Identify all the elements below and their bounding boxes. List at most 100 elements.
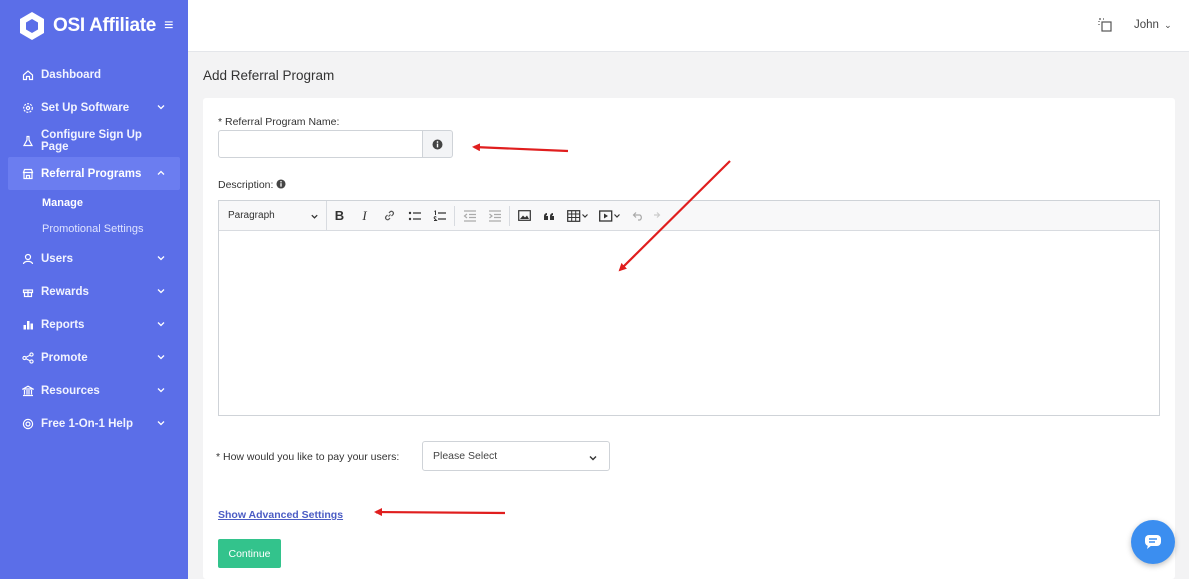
redo-button[interactable] <box>651 201 663 231</box>
redo-icon <box>654 211 661 218</box>
gift-icon <box>22 286 34 298</box>
sidebar-item-resources[interactable]: Resources <box>0 374 188 407</box>
continue-button[interactable]: Continue <box>218 539 281 568</box>
sidebar-item-referral-programs[interactable]: Referral Programs <box>8 157 180 190</box>
topbar: John ⌄ <box>188 0 1189 52</box>
program-name-label: * Referral Program Name: <box>218 116 340 128</box>
outdent-button[interactable] <box>457 201 482 231</box>
toolbar-separator <box>509 205 510 226</box>
sidebar-item-free-help[interactable]: Free 1-On-1 Help <box>0 407 188 440</box>
chevron-down-icon <box>589 456 597 461</box>
info-icon[interactable] <box>276 179 286 189</box>
chevron-down-icon <box>311 214 318 219</box>
chevron-down-icon <box>157 289 165 294</box>
info-icon <box>432 139 443 149</box>
chat-bubble-icon <box>1145 535 1161 549</box>
chevron-down-icon <box>157 256 165 261</box>
block-format-value: Paragraph <box>228 210 275 221</box>
sidebar-item-users[interactable]: Users <box>0 242 188 275</box>
fullscreen-icon[interactable] <box>1098 18 1112 32</box>
sidebar-item-rewards[interactable]: Rewards <box>0 275 188 308</box>
table-icon <box>567 209 588 222</box>
sidebar-item-configure-sign-up-page[interactable]: Configure Sign Up Page <box>0 124 188 157</box>
blockquote-button[interactable] <box>537 201 562 231</box>
user-icon <box>22 253 34 265</box>
sidebar-item-label: Resources <box>41 384 100 397</box>
program-name-info-button[interactable] <box>422 130 453 158</box>
chevron-down-icon: ⌄ <box>1164 20 1172 30</box>
indent-icon <box>488 209 501 222</box>
brand[interactable]: OSI Affiliate ≡ <box>0 0 188 52</box>
share-icon <box>22 351 34 364</box>
show-advanced-settings-link[interactable]: Show Advanced Settings <box>218 509 343 521</box>
chevron-down-icon <box>157 388 165 393</box>
outdent-icon <box>463 209 476 222</box>
bold-icon: B <box>334 208 345 223</box>
numbered-list-button[interactable] <box>427 201 452 231</box>
rich-text-editor: Paragraph B I <box>218 200 1160 416</box>
chevron-down-icon <box>157 322 165 327</box>
store-icon <box>22 168 34 180</box>
sidebar-item-label: Reports <box>41 318 85 331</box>
sidebar-subitem-promotional-settings[interactable]: Promotional Settings <box>0 216 188 242</box>
sidebar: OSI Affiliate ≡ Dashboard Set Up Softwar… <box>0 0 188 579</box>
editor-toolbar: Paragraph B I <box>219 200 1159 231</box>
sidebar-item-label: Users <box>41 252 73 265</box>
media-icon <box>599 209 620 222</box>
block-format-dropdown[interactable]: Paragraph <box>219 200 327 231</box>
insert-image-button[interactable] <box>512 201 537 231</box>
sidebar-item-label: Rewards <box>41 285 89 298</box>
insert-media-button[interactable] <box>594 201 626 231</box>
form-card: * Referral Program Name: Description: Pa… <box>203 98 1175 579</box>
user-menu[interactable]: John ⌄ <box>1134 19 1172 31</box>
undo-icon <box>632 211 642 221</box>
chevron-down-icon <box>157 105 165 110</box>
sidebar-subitem-manage[interactable]: Manage <box>0 190 188 216</box>
sidebar-item-label: Set Up Software <box>41 101 130 114</box>
home-icon <box>22 69 34 81</box>
description-label: Description: <box>218 179 274 191</box>
page-title: Add Referral Program <box>203 68 335 83</box>
bank-icon <box>22 385 34 397</box>
menu-toggle-icon[interactable]: ≡ <box>164 17 173 35</box>
undo-button[interactable] <box>626 201 651 231</box>
bulleted-list-button[interactable] <box>402 201 427 231</box>
italic-icon: I <box>362 207 367 223</box>
hexagon-logo-icon <box>20 12 44 40</box>
payment-method-select[interactable]: Please Select <box>422 441 610 471</box>
program-name-input[interactable] <box>218 130 423 158</box>
image-icon <box>518 210 531 221</box>
sidebar-item-label: Promote <box>41 351 88 364</box>
bulleted-list-icon <box>408 211 421 220</box>
user-name: John <box>1134 19 1159 31</box>
sidebar-item-promote[interactable]: Promote <box>0 341 188 374</box>
flask-icon <box>22 135 34 147</box>
app-name: OSI Affiliate <box>53 15 157 36</box>
sidebar-item-label: Free 1-On-1 Help <box>41 417 134 430</box>
description-label-row: Description: <box>218 179 286 191</box>
sidebar-item-label: Configure Sign Up Page <box>41 128 142 153</box>
italic-button[interactable]: I <box>352 201 377 231</box>
sidebar-item-label: Dashboard <box>41 68 102 81</box>
chevron-up-icon <box>157 170 165 175</box>
link-button[interactable] <box>377 201 402 231</box>
toolbar-separator <box>454 205 455 226</box>
gear-icon <box>22 102 34 114</box>
payment-method-label: * How would you like to pay your users: <box>216 451 400 463</box>
sidebar-menu: Dashboard Set Up Software Configure Sign… <box>0 58 188 440</box>
chevron-down-icon <box>157 355 165 360</box>
sidebar-item-reports[interactable]: Reports <box>0 308 188 341</box>
lifebuoy-icon <box>22 418 34 430</box>
indent-button[interactable] <box>482 201 507 231</box>
quote-icon <box>544 212 554 220</box>
insert-table-button[interactable] <box>562 201 594 231</box>
sidebar-item-label: Referral Programs <box>41 167 142 180</box>
chat-widget-button[interactable] <box>1131 520 1175 564</box>
payment-method-value: Please Select <box>433 450 498 462</box>
editor-content-area[interactable] <box>219 231 1159 415</box>
sidebar-item-set-up-software[interactable]: Set Up Software <box>0 91 188 124</box>
bar-chart-icon <box>22 319 34 331</box>
numbered-list-icon <box>433 209 446 221</box>
sidebar-item-dashboard[interactable]: Dashboard <box>0 58 188 91</box>
bold-button[interactable]: B <box>327 201 352 231</box>
